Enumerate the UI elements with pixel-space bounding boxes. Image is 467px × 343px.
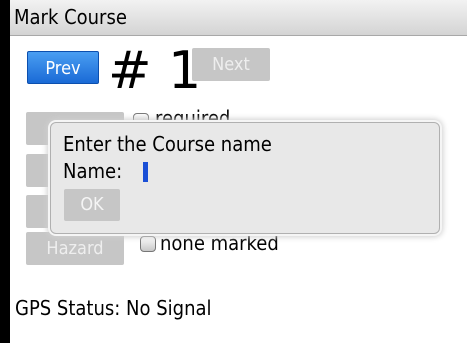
device-screen: Mark Course Prev # 1 Next B C F Hazard r… bbox=[10, 0, 467, 343]
name-field-label: Name: bbox=[63, 159, 123, 183]
required-label: required bbox=[155, 108, 231, 122]
window-title: Mark Course bbox=[14, 5, 127, 29]
name-input-cursor[interactable] bbox=[143, 162, 148, 182]
course-name-dialog: Enter the Course name Name: OK bbox=[50, 122, 440, 234]
hazard-checkbox[interactable] bbox=[140, 236, 156, 252]
course-number: # 1 bbox=[108, 41, 202, 101]
hazard-status-label: none marked bbox=[160, 231, 279, 255]
dialog-title: Enter the Course name bbox=[63, 132, 272, 156]
ok-button[interactable]: OK bbox=[64, 189, 120, 221]
gps-status: GPS Status: No Signal bbox=[15, 296, 212, 320]
prev-button[interactable]: Prev bbox=[27, 51, 99, 84]
title-bar: Mark Course bbox=[10, 0, 467, 36]
next-button[interactable]: Next bbox=[192, 48, 270, 81]
hazard-button[interactable]: Hazard bbox=[26, 232, 124, 265]
